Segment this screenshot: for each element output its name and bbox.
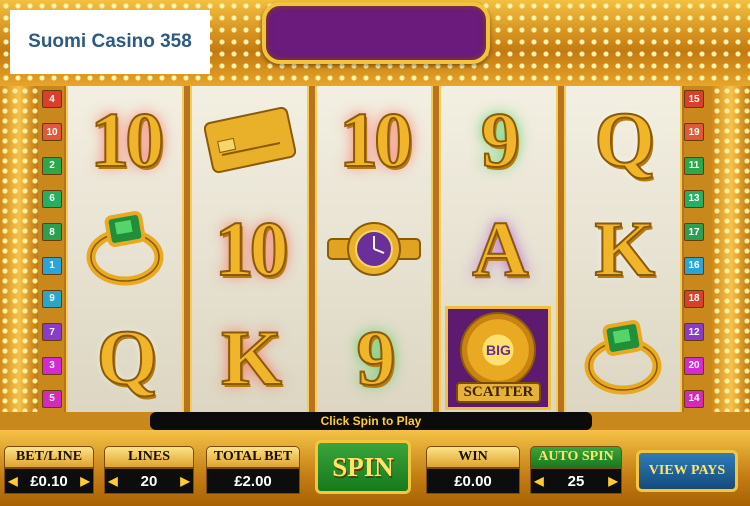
- status-bar: Click Spin to Play: [150, 412, 592, 430]
- payline-left-marker[interactable]: 6: [42, 189, 62, 208]
- payline-right-marker[interactable]: 15: [684, 90, 704, 108]
- payline-right-marker[interactable]: 20: [684, 356, 704, 375]
- win-control: WIN £0.00: [426, 446, 520, 502]
- card-rank-symbol: 10: [321, 90, 427, 190]
- auto-spin-control: AUTO SPIN ◀ 25 ▶: [530, 446, 622, 502]
- payline-right-marker[interactable]: 12: [684, 323, 704, 342]
- payline-left-marker[interactable]: 3: [42, 356, 62, 375]
- brand-label: Suomi Casino 358: [10, 10, 210, 74]
- auto-decrease-arrow-icon[interactable]: ◀: [534, 474, 544, 488]
- card-rank-symbol: 10: [72, 90, 178, 190]
- payline-right-marker[interactable]: 11: [684, 156, 704, 175]
- payline-left-marker[interactable]: 7: [42, 323, 62, 342]
- card-rank-symbol: Q: [72, 308, 178, 408]
- reel: 10 Q: [66, 86, 185, 412]
- card-rank-symbol: 9: [445, 90, 551, 190]
- payline-right-marker[interactable]: 17: [684, 223, 704, 242]
- paylines-left: 4 10 2 6 8 1 9 7 3 5: [42, 90, 62, 408]
- bet-decrease-arrow-icon[interactable]: ◀: [8, 474, 18, 488]
- payline-right-marker[interactable]: 18: [684, 289, 704, 308]
- scatter-symbol: BIG SCATTER: [445, 305, 552, 410]
- scatter-label: SCATTER: [455, 382, 542, 404]
- right-frame: [712, 86, 750, 412]
- payline-left-marker[interactable]: 1: [42, 256, 62, 275]
- payline-left-marker[interactable]: 4: [42, 90, 62, 108]
- rank-glyph: Q: [593, 95, 656, 184]
- scatter-disc-text: BIG: [460, 312, 537, 389]
- ring-symbol-icon: [570, 308, 676, 408]
- left-frame: [0, 86, 38, 412]
- credit-card-symbol-icon: [197, 90, 303, 190]
- lines-value-box: ◀ 20 ▶: [104, 468, 194, 494]
- bet-line-label: BET/LINE: [4, 446, 94, 468]
- lines-label: LINES: [104, 446, 194, 468]
- card-rank-symbol: A: [445, 199, 551, 299]
- bet-line-value-box: ◀ £0.10 ▶: [4, 468, 94, 494]
- total-bet-value: £2.00: [206, 468, 300, 494]
- auto-spin-value-box: ◀ 25 ▶: [530, 468, 622, 494]
- auto-spin-value: 25: [567, 472, 585, 490]
- lines-control: LINES ◀ 20 ▶: [104, 446, 194, 502]
- rank-glyph: Q: [96, 313, 159, 402]
- reel: 10 K: [190, 86, 309, 412]
- card-rank-symbol: 10: [197, 199, 303, 299]
- reels-area: 10 Q 10 K 10 9 9 A BIG SCATTER Q K: [64, 86, 684, 412]
- payline-right-marker[interactable]: 16: [684, 256, 704, 275]
- card-rank-symbol: 9: [321, 308, 427, 408]
- reel: 9 A BIG SCATTER: [439, 86, 558, 412]
- lines-value: 20: [140, 472, 158, 490]
- paylines-right: 15 19 11 13 17 16 18 12 20 14: [684, 90, 704, 408]
- payline-left-marker[interactable]: 10: [42, 123, 62, 142]
- payline-right-marker[interactable]: 13: [684, 189, 704, 208]
- scatter-tile: BIG SCATTER: [445, 305, 552, 410]
- card-rank-symbol: K: [570, 199, 676, 299]
- total-bet-label: TOTAL BET: [206, 446, 300, 468]
- lines-decrease-arrow-icon[interactable]: ◀: [108, 474, 118, 488]
- payline-right-marker[interactable]: 19: [684, 123, 704, 142]
- payline-left-marker[interactable]: 2: [42, 156, 62, 175]
- top-banner: [262, 2, 490, 64]
- rank-glyph: K: [220, 313, 283, 402]
- card-rank-symbol: Q: [570, 90, 676, 190]
- rank-glyph: 10: [214, 204, 290, 293]
- auto-spin-label[interactable]: AUTO SPIN: [530, 446, 622, 468]
- reel: QK: [563, 86, 683, 412]
- rank-glyph: K: [593, 204, 656, 293]
- win-label: WIN: [426, 446, 520, 468]
- rank-glyph: A: [471, 204, 529, 293]
- ring-symbol-icon: [72, 199, 178, 299]
- payline-right-marker[interactable]: 14: [684, 389, 704, 408]
- total-bet-control: TOTAL BET £2.00: [206, 446, 300, 502]
- rank-glyph: 10: [89, 95, 165, 184]
- win-value: £0.00: [426, 468, 520, 494]
- watch-symbol-icon: [321, 199, 427, 299]
- lines-increase-arrow-icon[interactable]: ▶: [180, 474, 190, 488]
- rank-glyph: 9: [356, 313, 397, 402]
- view-pays-button[interactable]: VIEW PAYS: [636, 450, 738, 492]
- rank-glyph: 9: [480, 95, 521, 184]
- spin-button[interactable]: SPIN: [315, 440, 411, 494]
- auto-increase-arrow-icon[interactable]: ▶: [608, 474, 618, 488]
- payline-left-marker[interactable]: 9: [42, 289, 62, 308]
- payline-left-marker[interactable]: 8: [42, 223, 62, 242]
- bet-line-control: BET/LINE ◀ £0.10 ▶: [4, 446, 94, 502]
- bet-line-value: £0.10: [30, 472, 68, 490]
- rank-glyph: 10: [338, 95, 414, 184]
- payline-left-marker[interactable]: 5: [42, 389, 62, 408]
- reel: 10 9: [314, 86, 434, 412]
- bet-increase-arrow-icon[interactable]: ▶: [80, 474, 90, 488]
- card-rank-symbol: K: [197, 308, 303, 408]
